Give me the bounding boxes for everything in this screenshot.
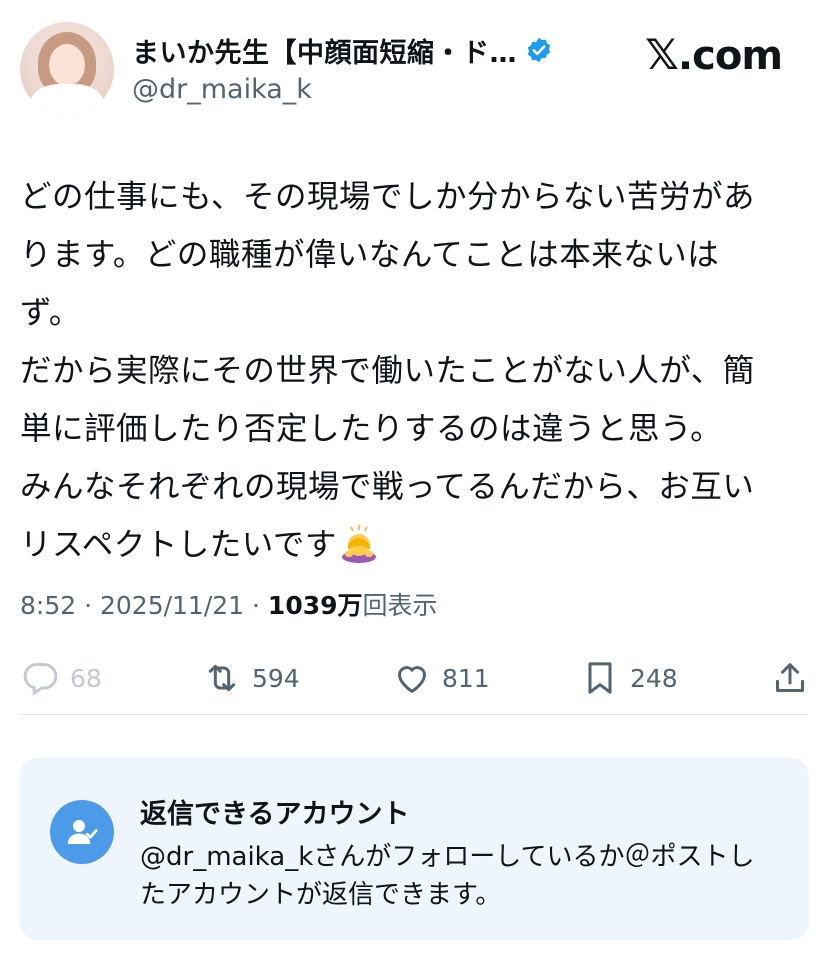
bowing-woman-emoji-icon bbox=[341, 525, 376, 563]
tweet-line: 単に評価したり否定したりするのは違うと思う。 bbox=[20, 411, 723, 447]
tweet-line: みんなそれぞれの現場で戦ってるんだから、お互い bbox=[20, 469, 755, 505]
reply-button[interactable]: 68 bbox=[20, 652, 102, 704]
tweet-line: どの仕事にも、その現場でしか分からない苦労があ bbox=[20, 179, 756, 215]
brand-suffix: com bbox=[692, 33, 783, 79]
verified-badge-icon bbox=[527, 37, 551, 63]
heart-icon bbox=[397, 666, 427, 694]
meta-separator: · bbox=[76, 591, 100, 620]
bookmark-icon bbox=[588, 662, 612, 694]
tweet-line: リスペクトしたいです bbox=[20, 527, 337, 563]
tweet-text: どの仕事にも、その現場でしか分からない苦労があ ります。どの職種が偉いなんてこと… bbox=[20, 168, 810, 574]
user-handle[interactable]: @dr_maika_k bbox=[132, 74, 312, 105]
action-bar: 68 594 811 248 bbox=[20, 652, 810, 704]
reply-icon bbox=[23, 663, 58, 696]
user-check-icon bbox=[67, 820, 98, 844]
name-row: まいか先生【中顔面短縮・ド… bbox=[132, 30, 553, 70]
bookmark-button[interactable]: 248 bbox=[580, 652, 678, 704]
tweet-meta: 8:52 · 2025/11/21 · 1039万回表示 bbox=[20, 586, 438, 622]
tweet-date[interactable]: 2025/11/21 bbox=[100, 591, 244, 620]
bookmark-count: 248 bbox=[630, 663, 678, 693]
tweet-time[interactable]: 8:52 bbox=[20, 591, 76, 620]
view-count-suffix: 回表示 bbox=[362, 591, 438, 620]
reply-restriction-title: 返信できるアカウント bbox=[140, 799, 410, 830]
share-button[interactable] bbox=[770, 652, 810, 704]
reply-restriction-icon-circle bbox=[50, 800, 114, 864]
share-icon bbox=[776, 663, 804, 692]
repost-count: 594 bbox=[252, 663, 300, 693]
tweet-line: ず。 bbox=[20, 295, 81, 331]
avatar[interactable] bbox=[20, 22, 114, 116]
repost-icon bbox=[208, 664, 236, 692]
x-logo-icon: 𝕏 bbox=[645, 30, 679, 79]
reply-restriction-card: 返信できるアカウント @dr_maika_kさんがフォローしているか＠ポストした… bbox=[20, 758, 809, 940]
reply-count: 68 bbox=[70, 663, 102, 693]
x-com-logo: 𝕏.com bbox=[645, 30, 783, 79]
like-button[interactable]: 811 bbox=[392, 652, 490, 704]
like-count: 811 bbox=[442, 663, 490, 693]
display-name[interactable]: まいか先生【中顔面短縮・ド… bbox=[132, 31, 517, 70]
tweet-line: だから実際にその世界で働いたことがない人が、簡 bbox=[20, 353, 755, 389]
divider bbox=[20, 714, 808, 715]
tweet-line: ります。どの職種が偉いなんてことは本来ないは bbox=[20, 237, 720, 273]
tweet-header: まいか先生【中顔面短縮・ド… @dr_maika_k 𝕏.com bbox=[20, 22, 788, 120]
view-count[interactable]: 1039万 bbox=[268, 591, 363, 620]
repost-button[interactable]: 594 bbox=[202, 652, 300, 704]
reply-restriction-description: @dr_maika_kさんがフォローしているか＠ポストしたアカウントが返信できま… bbox=[140, 842, 755, 910]
meta-separator: · bbox=[244, 591, 268, 620]
